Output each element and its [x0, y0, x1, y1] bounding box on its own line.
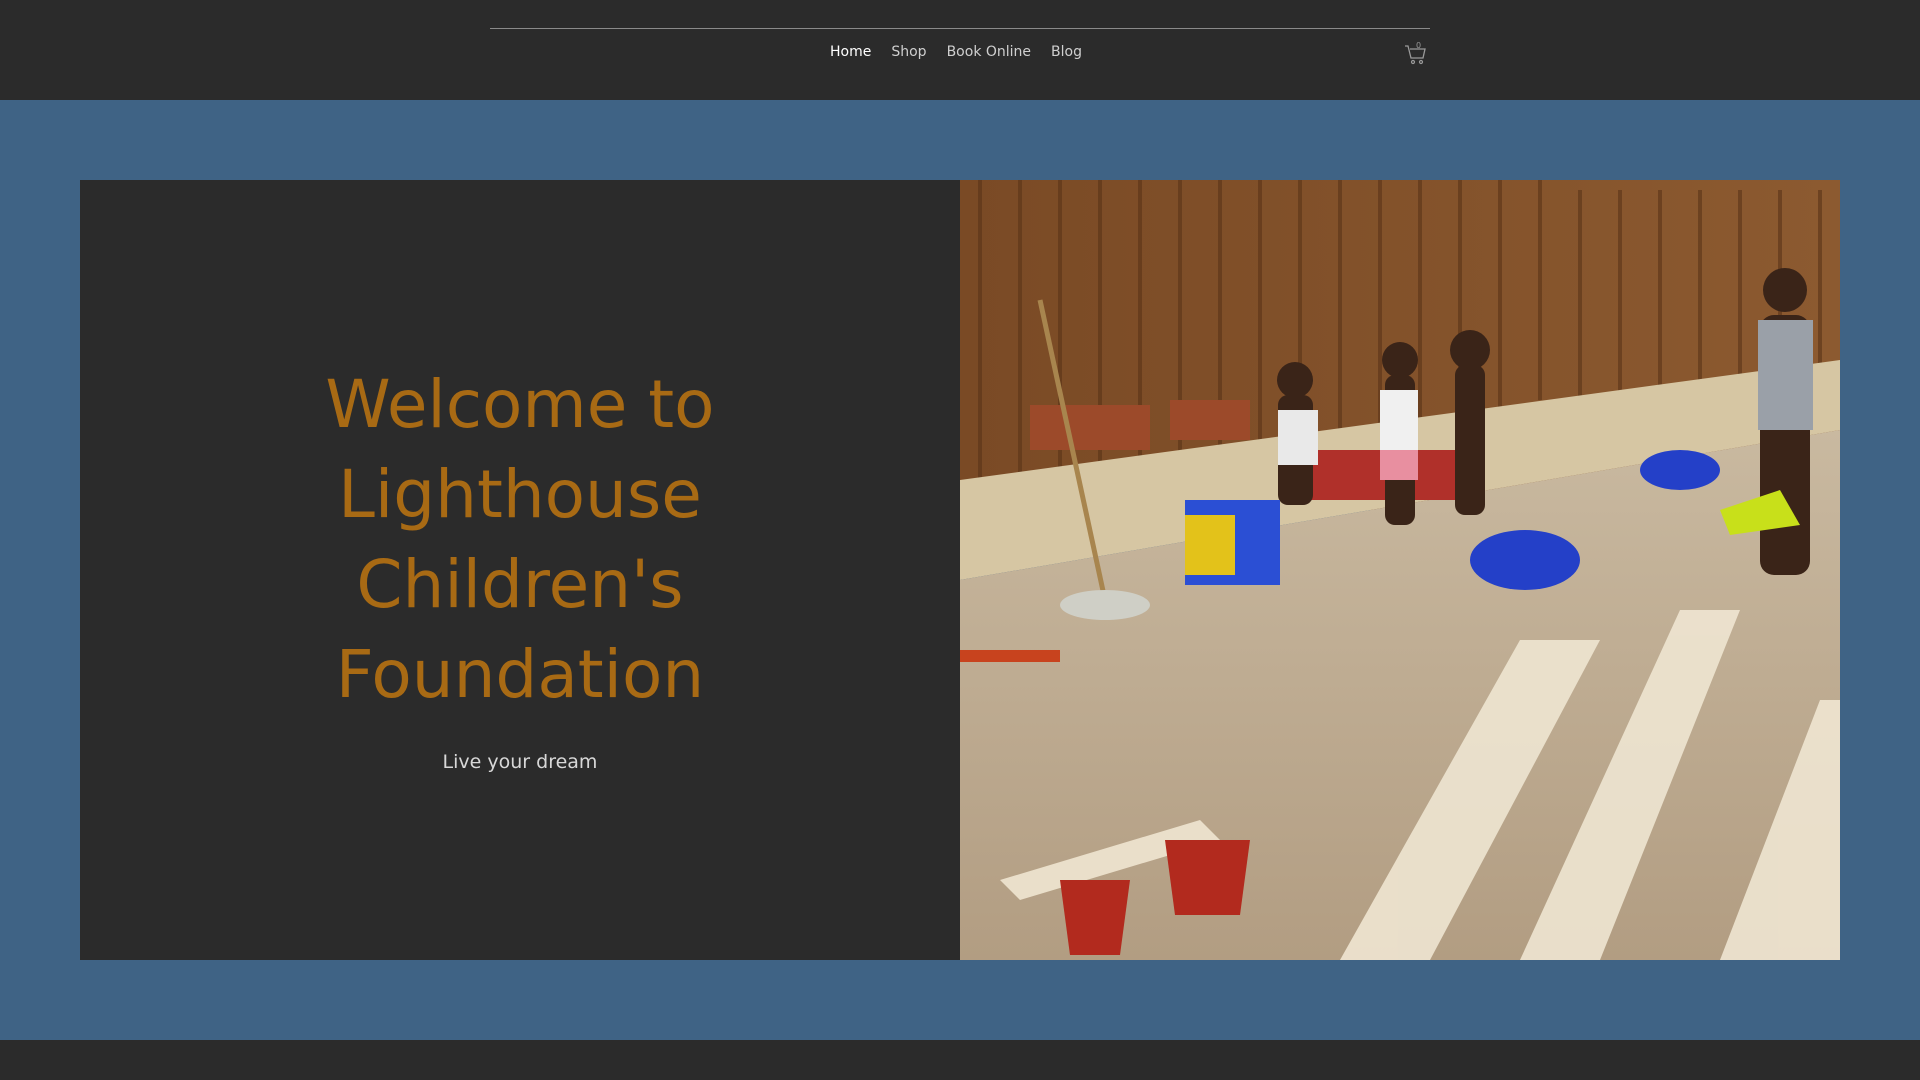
hero-title-line: Welcome to [325, 366, 715, 443]
hero-title: Welcome to Lighthouse Children's Foundat… [80, 360, 960, 720]
nav-item-book-online[interactable]: Book Online [947, 44, 1031, 60]
hero-title-line: Lighthouse [338, 456, 702, 533]
nav-item-blog[interactable]: Blog [1051, 44, 1082, 60]
hero-title-line: Foundation [335, 636, 705, 713]
header-divider [490, 28, 1430, 29]
hero-photo-illustration [960, 180, 1840, 960]
hero-photo [960, 180, 1840, 960]
hero-title-line: Children's [356, 546, 684, 623]
site-header: Home Shop Book Online Blog 0 [0, 0, 1920, 100]
cart-icon [1405, 45, 1426, 65]
nav-item-shop[interactable]: Shop [891, 44, 926, 60]
cart-button[interactable]: 0 [1403, 41, 1429, 68]
nav-item-home[interactable]: Home [830, 44, 871, 60]
footer-band [0, 1040, 1920, 1080]
cart-count: 0 [1416, 41, 1422, 50]
main-nav: Home Shop Book Online Blog [0, 44, 1920, 60]
hero-text-panel: Welcome to Lighthouse Children's Foundat… [80, 180, 960, 960]
hero-subtitle: Live your dream [442, 751, 598, 773]
